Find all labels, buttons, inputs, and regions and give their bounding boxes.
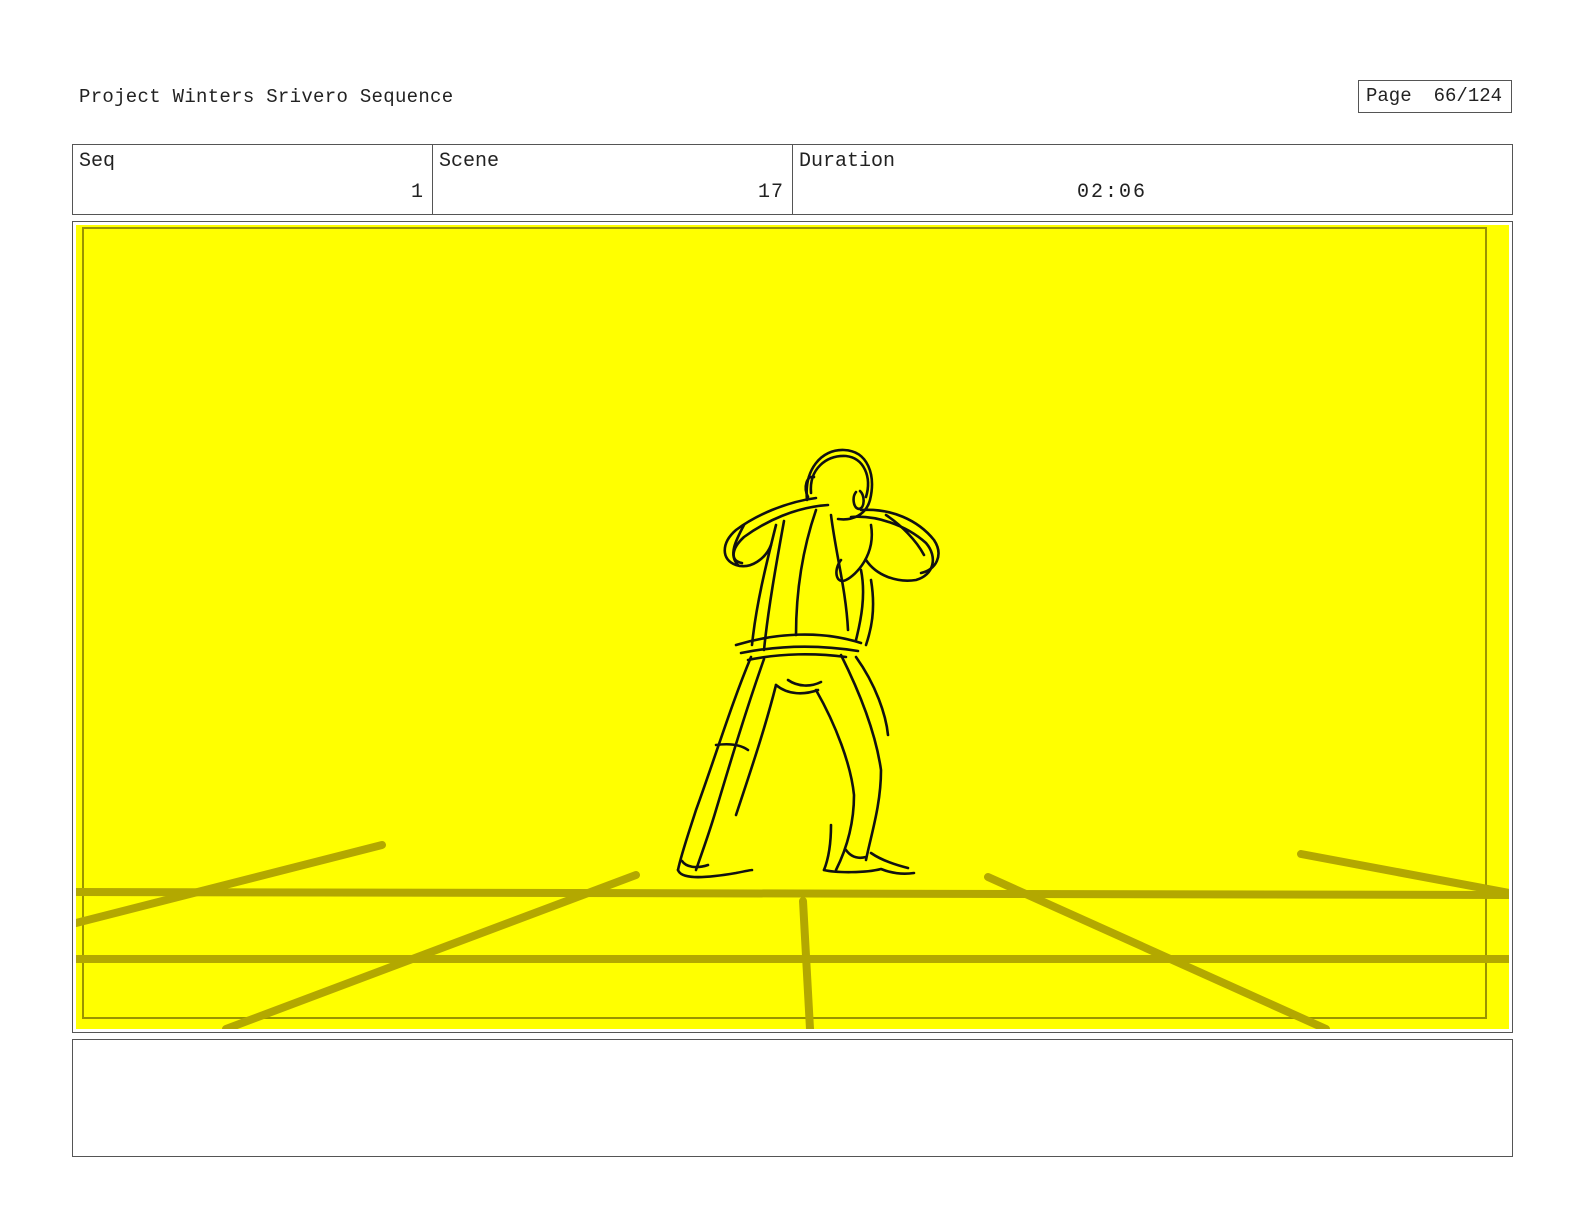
floor-line [222,871,640,1029]
sketch-stroke [714,742,750,752]
floor-line [1297,850,1509,897]
scene-cell: Scene 17 [433,145,793,214]
seq-cell: Seq 1 [73,145,433,214]
project-title: Project Winters Srivero Sequence [79,86,454,108]
sketch-stroke [822,823,833,872]
sketch-stroke [676,655,753,872]
storyboard-panel [72,221,1513,1033]
scene-value: 17 [757,181,784,204]
floor-grid [76,841,1509,1029]
sketch-stroke [739,645,860,655]
panel-sketch [76,227,1509,1029]
sketch-stroke [884,513,926,557]
floor-line [984,873,1330,1029]
sketch-stroke [680,859,710,869]
sketch-stroke [734,683,778,817]
duration-cell: Duration 02:06 [793,145,1512,214]
panel-artwork [76,225,1509,1029]
sketch-stroke [852,489,865,511]
duration-value: 02:06 [1077,181,1148,204]
sketch-stroke [734,633,863,647]
panel-notes-box [72,1039,1513,1157]
seq-label: Seq [79,150,116,173]
sketch-stroke [676,868,754,879]
sketch-stroke [794,508,818,637]
floor-line [76,841,386,927]
sketch-stroke [762,519,786,652]
sketch-stroke [814,688,856,872]
sketch-stroke [844,848,868,860]
shot-info-table: Seq 1 Scene 17 Duration 02:06 [72,144,1513,215]
sketch-stroke [854,568,865,642]
page-label: Page [1366,85,1412,107]
character-sketch [676,448,940,879]
page-number: 66/124 [1433,85,1503,107]
sketch-stroke [786,678,823,687]
floor-line [76,888,1509,899]
floor-line [799,897,814,1029]
page-indicator: Page 66/124 [1358,80,1512,113]
sketch-stroke [869,851,910,870]
sketch-stroke [829,513,850,632]
duration-label: Duration [799,150,896,173]
seq-value: 1 [410,181,424,204]
safe-area-border [82,227,1487,1019]
scene-label: Scene [439,150,500,173]
sketch-stroke [864,578,875,647]
